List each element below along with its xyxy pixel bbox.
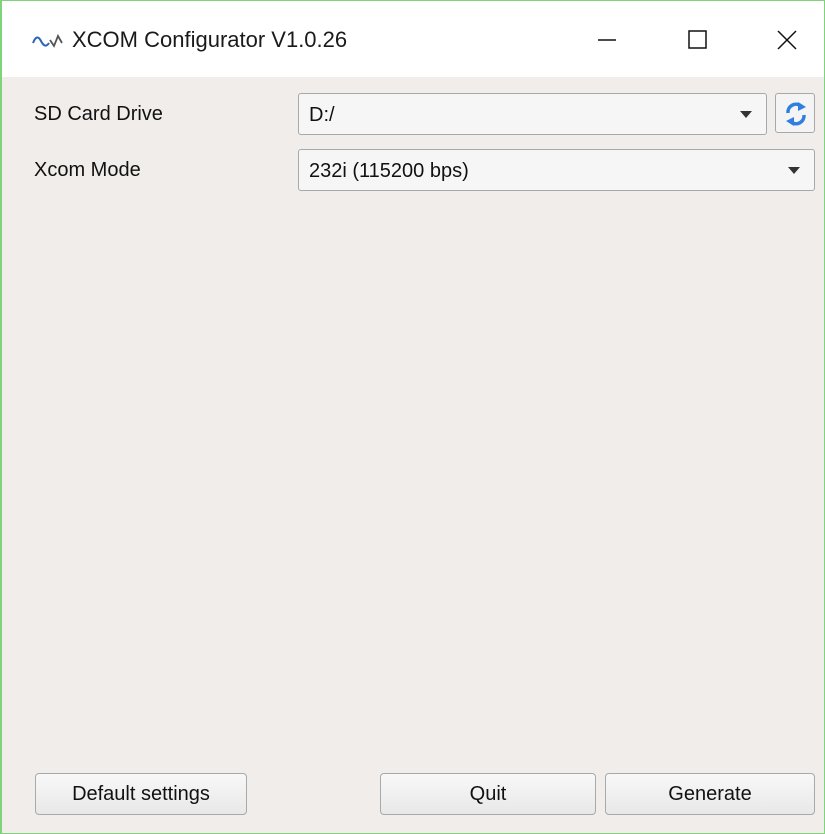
title-bar[interactable]: XCOM Configurator V1.0.26 [2, 1, 824, 77]
quit-button[interactable]: Quit [380, 773, 596, 815]
maximize-button[interactable] [652, 1, 742, 77]
chevron-down-icon [788, 167, 800, 174]
app-waveform-icon [32, 31, 66, 51]
app-window: XCOM Configurator V1.0.26 SD Card Drive … [0, 0, 825, 834]
refresh-icon [786, 102, 806, 126]
close-button[interactable] [742, 1, 825, 77]
xcom-mode-value: 232i (115200 bps) [309, 160, 469, 182]
sd-card-drive-value: D:/ [309, 104, 335, 126]
xcom-mode-label: Xcom Mode [34, 159, 141, 181]
generate-button[interactable]: Generate [605, 773, 815, 815]
default-settings-button[interactable]: Default settings [35, 773, 247, 815]
window-title: XCOM Configurator V1.0.26 [72, 27, 348, 52]
sd-card-drive-select[interactable]: D:/ [298, 93, 767, 135]
chevron-down-icon [740, 111, 752, 118]
maximize-icon [688, 30, 707, 49]
xcom-mode-select[interactable]: 232i (115200 bps) [298, 149, 815, 191]
minimize-icon [598, 39, 616, 41]
minimize-button[interactable] [562, 1, 652, 77]
close-icon [777, 30, 797, 50]
sd-card-drive-label: SD Card Drive [34, 103, 163, 125]
refresh-drives-button[interactable] [775, 93, 815, 133]
